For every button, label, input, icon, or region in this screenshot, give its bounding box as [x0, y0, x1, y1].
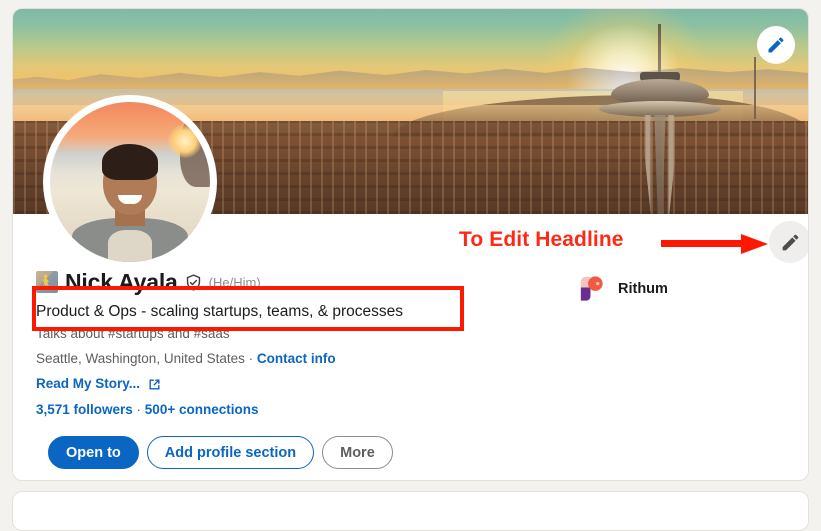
space-needle-spire-icon	[658, 24, 661, 74]
profile-photo[interactable]	[43, 95, 217, 269]
pencil-edit-icon	[782, 234, 798, 250]
edit-headline-annotation-label: To Edit Headline	[459, 228, 624, 251]
open-to-work-frame-icon	[36, 271, 58, 293]
pronouns-label: (He/Him)	[208, 274, 261, 290]
add-profile-section-button[interactable]: Add profile section	[146, 436, 315, 469]
name-row: Nick Ayala (He/Him)	[36, 267, 536, 297]
read-my-story-link[interactable]: Read My Story...	[36, 375, 140, 393]
edit-headline-button[interactable]	[769, 221, 808, 263]
external-link-icon[interactable]	[147, 377, 162, 392]
stats-separator: ·	[132, 402, 145, 417]
location-label: Seattle, Washington, United States	[36, 351, 245, 366]
space-needle-observation-deck	[599, 101, 721, 117]
connections-count[interactable]: 500+ connections	[145, 402, 259, 417]
secondary-card	[12, 491, 809, 531]
edit-cover-photo-button[interactable]	[757, 26, 795, 64]
website-row: Read My Story...	[36, 375, 536, 393]
verified-shield-icon[interactable]	[185, 273, 202, 291]
profile-headline: Product & Ops - scaling startups, teams,…	[36, 303, 403, 320]
action-buttons: Open to Add profile section More	[48, 436, 393, 469]
identity-block: Nick Ayala (He/Him) Product & Ops - scal…	[36, 267, 536, 419]
pencil-edit-icon	[768, 37, 784, 53]
more-button[interactable]: More	[322, 436, 393, 469]
cover-antenna	[754, 57, 756, 119]
profile-photo-image	[50, 102, 210, 262]
talks-about-label: Talks about #startups and #saas	[36, 326, 230, 341]
rithum-logo-icon	[580, 276, 603, 301]
page-title: Nick Ayala	[65, 268, 178, 295]
profile-card: To Edit Headline Nick Ayala (He/Him) Pro…	[12, 8, 809, 481]
open-to-button[interactable]: Open to	[48, 436, 139, 469]
location-row: Seattle, Washington, United States · Con…	[36, 350, 536, 368]
contact-info-link[interactable]: Contact info	[257, 351, 336, 366]
followers-count[interactable]: 3,571 followers	[36, 402, 133, 417]
company-name: Rithum	[618, 280, 668, 297]
right-arrow-icon	[661, 234, 768, 254]
photo-person-tee	[108, 230, 152, 262]
stats-row: 3,571 followers · 500+ connections	[36, 401, 536, 419]
current-company[interactable]: Rithum	[575, 273, 668, 304]
location-separator: ·	[244, 351, 257, 366]
photo-person-hair	[102, 143, 158, 180]
